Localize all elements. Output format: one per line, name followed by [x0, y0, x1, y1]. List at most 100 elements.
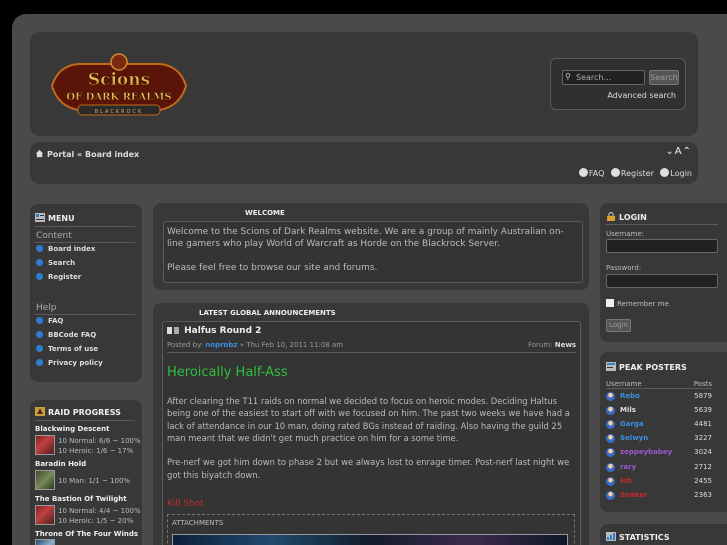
remember-checkbox[interactable] — [606, 299, 614, 307]
menu-item-faq[interactable]: FAQ — [36, 317, 63, 325]
register-icon — [610, 168, 620, 177]
faq-icon — [578, 168, 588, 177]
remember-me[interactable]: Remember me — [606, 299, 669, 308]
site-header: Scions OF DARK REALMS BLACKROCK ⚲ Search… — [30, 32, 698, 136]
poster-name-link[interactable]: Garga — [620, 420, 644, 428]
post-body: After clearing the T11 raids on normal w… — [167, 395, 577, 481]
peak-poster-row: zeppeybabey 3024 — [606, 448, 712, 458]
menu-item-label: Search — [48, 259, 76, 267]
username-field[interactable] — [606, 239, 718, 253]
user-avatar-icon — [606, 476, 615, 486]
posters-icon — [606, 362, 616, 371]
statistics-title-text: STATISTICS — [619, 533, 670, 542]
poster-name-link[interactable]: Selwyn — [620, 434, 648, 442]
poster-name-link[interactable]: zeppeybabey — [620, 448, 672, 456]
login-button[interactable]: Login — [606, 319, 631, 332]
font-size-controls[interactable]: ⌄A⌃ — [665, 146, 692, 157]
menu-item-bbcode-faq[interactable]: BBCode FAQ — [36, 331, 96, 339]
logo-line3: BLACKROCK — [95, 109, 144, 115]
advanced-search-link[interactable]: Advanced search — [607, 91, 676, 100]
poster-post-count: 5879 — [694, 392, 712, 400]
bullet-icon — [36, 359, 43, 366]
search-input[interactable]: ⚲ Search… — [562, 70, 645, 85]
login-title: LOGIN — [606, 212, 647, 222]
user-avatar-icon — [606, 420, 615, 430]
poster-post-count: 2712 — [694, 462, 712, 471]
posted-by-label: Posted by: — [167, 341, 204, 349]
faq-link[interactable]: FAQ — [578, 168, 605, 178]
login-label: Login — [670, 169, 692, 178]
attachment-image[interactable] — [172, 534, 568, 545]
menu-item-terms[interactable]: Terms of use — [36, 345, 98, 353]
login-link[interactable]: Login — [660, 168, 692, 178]
search-placeholder: Search… — [576, 73, 612, 82]
password-field[interactable] — [606, 274, 718, 288]
menu-title-text: MENU — [48, 214, 75, 223]
bullet-icon — [36, 317, 43, 324]
peak-posters-title-text: PEAK POSTERS — [619, 363, 687, 372]
forum-link[interactable]: News — [555, 341, 576, 349]
poster-post-count: 5639 — [694, 406, 712, 415]
announcements-title: LATEST GLOBAL ANNOUNCEMENTS — [199, 309, 336, 317]
content-heading: Content — [36, 231, 72, 241]
statistics-title: STATISTICS — [606, 532, 670, 542]
raid-progress-title: RAID PROGRESS — [35, 407, 121, 417]
login-title-text: LOGIN — [619, 213, 647, 222]
poster-post-count: 2455 — [694, 476, 712, 485]
peak-poster-row: Ish 2455 — [606, 476, 712, 486]
welcome-paragraph: Please feel free to browse our site and … — [167, 263, 378, 273]
col-posts: Posts — [693, 380, 712, 388]
menu-item-board-index[interactable]: Board index — [36, 245, 95, 253]
post-icon — [167, 327, 172, 334]
menu-title: MENU — [35, 213, 75, 223]
breadcrumb[interactable]: Portal « Board index — [35, 149, 139, 159]
welcome-box: Welcome to the Scions of Dark Realms web… — [163, 221, 583, 283]
col-username: Username — [606, 380, 642, 388]
poster-name-link[interactable]: rary — [620, 463, 636, 471]
poster-name-link[interactable]: Rebo — [620, 392, 640, 400]
peak-poster-row: Selwyn 3227 — [606, 434, 712, 444]
user-avatar-icon — [606, 448, 615, 458]
post-author-link[interactable]: noprobz — [205, 341, 237, 349]
faq-label: FAQ — [588, 169, 605, 178]
login-icon — [660, 168, 670, 177]
login-panel: LOGIN Username: Password: Remember me Lo… — [600, 203, 727, 342]
raid-progress-title-text: RAID PROGRESS — [48, 408, 121, 417]
raid-progress-line: 10 Man: 1/1 ~ 100% — [58, 477, 131, 485]
user-avatar-icon — [606, 406, 615, 416]
poster-name-link[interactable]: Mils — [620, 406, 636, 414]
register-link[interactable]: Register — [610, 168, 654, 178]
peak-posters-title: PEAK POSTERS — [606, 362, 687, 372]
raid-icon — [35, 407, 45, 416]
search-button[interactable]: Search — [649, 70, 679, 85]
divider — [35, 314, 135, 315]
poster-post-count: 3227 — [694, 434, 712, 443]
raid-progress-line: 10 Normal: 4/4 ~ 100% — [58, 507, 141, 515]
welcome-paragraph: Welcome to the Scions of Dark Realms web… — [167, 227, 564, 249]
menu-item-label: Board index — [48, 245, 96, 253]
statistics-panel: STATISTICS — [600, 524, 727, 545]
poster-name-link[interactable]: Ish — [620, 477, 632, 485]
divider — [167, 352, 576, 353]
bullet-icon — [36, 273, 43, 280]
raid-name: Blackwing Descent — [35, 425, 110, 433]
menu-item-privacy[interactable]: Privacy policy — [36, 359, 103, 367]
menu-panel: MENU Content Board index Search Register… — [30, 204, 142, 382]
post-title[interactable]: Halfus Round 2 — [167, 326, 261, 336]
bullet-icon — [36, 345, 43, 352]
announcement-post: Halfus Round 2 Posted by: noprobz » Thu … — [162, 321, 581, 545]
menu-icon — [35, 213, 45, 222]
post-paragraph: After clearing the T11 raids on normal w… — [167, 396, 570, 443]
password-label: Password: — [606, 264, 642, 272]
username-label: Username: — [606, 230, 645, 238]
menu-item-search[interactable]: Search — [36, 259, 75, 267]
poster-name-link[interactable]: Snaker — [620, 491, 647, 499]
site-logo[interactable]: Scions OF DARK REALMS BLACKROCK — [48, 52, 190, 120]
raid-thumbnail — [35, 470, 55, 490]
raid-progress-line: 10 Heroic: 1/5 ~ 20% — [58, 517, 134, 525]
raid-thumbnail — [35, 539, 55, 545]
logo-line2: OF DARK REALMS — [66, 92, 171, 103]
menu-item-register[interactable]: Register — [36, 273, 81, 281]
post-paragraph: Pre-nerf we got him down to phase 2 but … — [167, 457, 570, 480]
menu-item-label: FAQ — [48, 317, 64, 325]
